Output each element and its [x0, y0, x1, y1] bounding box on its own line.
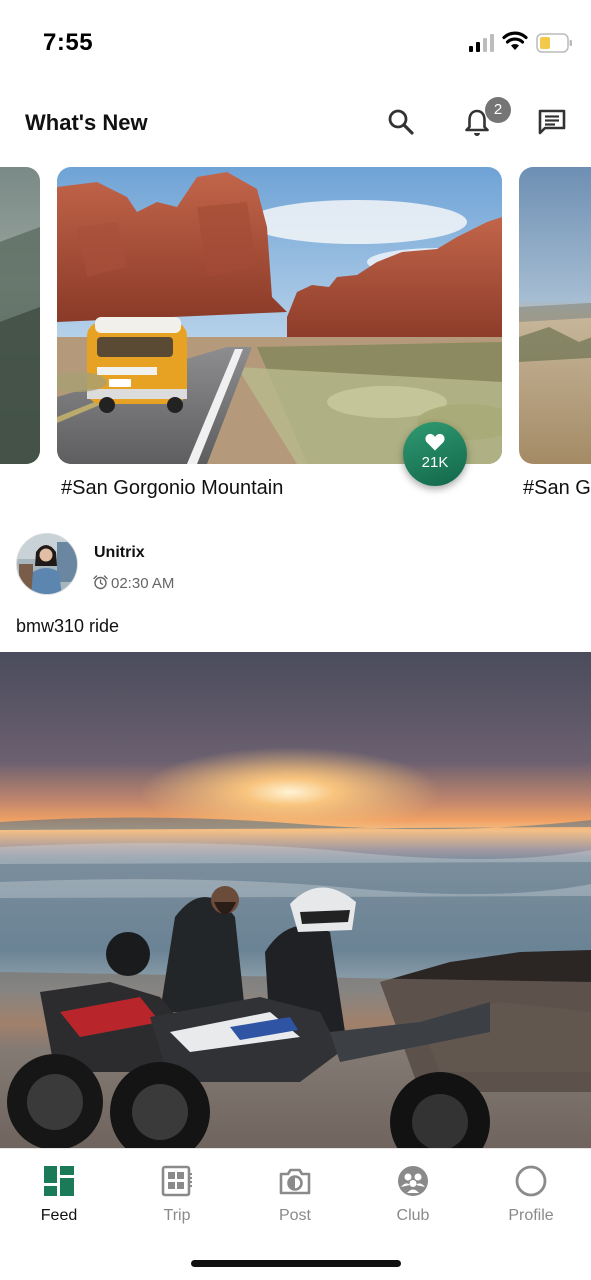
nav-trip[interactable]: Trip — [127, 1165, 227, 1225]
nav-post[interactable]: Post — [245, 1165, 345, 1225]
status-time: 7:55 — [43, 29, 94, 56]
nav-profile[interactable]: Profile — [481, 1165, 581, 1225]
camera-icon — [279, 1168, 311, 1195]
battery-icon — [536, 33, 572, 53]
feed-icon — [44, 1166, 74, 1196]
carousel-card-caption: #San Gorgonio Mountain — [61, 477, 284, 499]
like-button[interactable]: 21K — [403, 422, 467, 486]
carousel-card-image — [0, 167, 40, 464]
nav-label: Feed — [40, 1207, 78, 1224]
trip-icon — [161, 1165, 192, 1197]
carousel-card-caption: #San G — [523, 477, 591, 499]
status-bar: 7:55 — [0, 0, 591, 88]
post-time: 02:30 AM — [111, 575, 175, 592]
nav-label: Profile — [508, 1207, 554, 1224]
search-icon[interactable] — [385, 106, 417, 138]
carousel-card-image — [57, 167, 502, 464]
page-title: What's New — [25, 110, 148, 135]
home-indicator[interactable] — [191, 1260, 401, 1267]
nav-label: Post — [278, 1207, 311, 1224]
post-caption: bmw310 ride — [16, 616, 120, 636]
post-image[interactable] — [0, 652, 591, 1148]
nav-label: Trip — [163, 1207, 191, 1224]
message-icon[interactable] — [536, 106, 568, 138]
carousel-card-image — [519, 167, 591, 464]
post-header: Unitrix 02:30 AM — [0, 530, 591, 600]
wifi-icon — [502, 31, 528, 50]
nav-label: Club — [396, 1207, 430, 1224]
post-username[interactable]: Unitrix — [94, 544, 145, 562]
alarm-clock-icon — [93, 575, 108, 590]
notification-badge: 2 — [485, 97, 511, 123]
nav-feed[interactable]: Feed — [9, 1165, 109, 1225]
profile-icon — [515, 1165, 547, 1197]
post-timestamp: 02:30 AM — [93, 575, 174, 592]
like-count: 21K — [421, 454, 449, 471]
nav-club[interactable]: Club — [363, 1165, 463, 1225]
avatar[interactable] — [16, 533, 78, 595]
cellular-signal-icon — [469, 34, 494, 52]
featured-carousel[interactable]: #San Gorgonio Mountain 21K #San G — [0, 167, 591, 507]
club-icon — [398, 1166, 428, 1196]
heart-icon — [425, 433, 445, 451]
